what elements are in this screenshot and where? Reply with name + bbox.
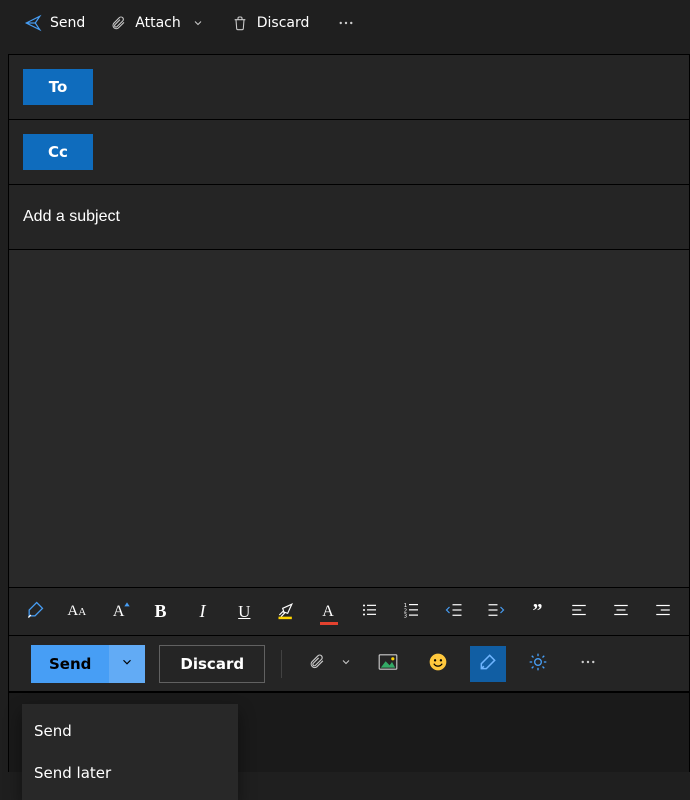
attach-toolbar-label: Attach: [135, 15, 180, 31]
more-icon: [579, 653, 597, 675]
highlight-button[interactable]: [266, 592, 306, 632]
align-right-button[interactable]: [643, 592, 683, 632]
align-center-button[interactable]: [601, 592, 641, 632]
align-right-icon: [654, 601, 672, 623]
font-size-button[interactable]: A: [99, 592, 139, 632]
send-icon: [24, 14, 42, 32]
editor-button[interactable]: [470, 646, 506, 682]
font-color-icon: A: [322, 603, 334, 621]
attach-caret-button[interactable]: [336, 646, 356, 682]
discard-toolbar-button[interactable]: Discard: [221, 8, 320, 38]
send-options-button[interactable]: [109, 645, 145, 683]
more-icon: [337, 14, 355, 32]
svg-text:3: 3: [404, 613, 407, 619]
format-painter-icon: [25, 600, 45, 624]
quote-icon: ”: [532, 600, 542, 623]
compose-frame: To Cc AA A B I: [8, 54, 690, 692]
subject-row: [9, 185, 689, 250]
message-body[interactable]: [9, 250, 689, 587]
underline-button[interactable]: U: [224, 592, 264, 632]
discard-toolbar-label: Discard: [257, 15, 310, 31]
to-label: To: [49, 78, 68, 96]
sun-icon: [528, 652, 548, 676]
send-menu-send-later[interactable]: Send later: [22, 752, 238, 794]
numbered-list-icon: 123: [403, 601, 421, 623]
cc-label: Cc: [48, 143, 68, 161]
action-bar: Send Discard: [9, 635, 689, 691]
bullet-list-icon: [361, 601, 379, 623]
numbered-list-button[interactable]: 123: [392, 592, 432, 632]
cc-button[interactable]: Cc: [23, 134, 93, 170]
send-menu-send-later-label: Send later: [34, 764, 111, 782]
align-left-button[interactable]: [559, 592, 599, 632]
more-toolbar-button[interactable]: [327, 8, 365, 38]
bold-button[interactable]: B: [141, 592, 181, 632]
indent-icon: [487, 601, 505, 623]
outdent-button[interactable]: [434, 592, 474, 632]
emoji-icon: [428, 652, 448, 676]
highlight-icon: [276, 600, 296, 624]
format-painter-button[interactable]: [15, 592, 55, 632]
align-left-icon: [570, 601, 588, 623]
indent-button[interactable]: [476, 592, 516, 632]
font-size-icon: A: [113, 603, 125, 621]
outdent-icon: [445, 601, 463, 623]
picture-icon: [378, 654, 398, 674]
cc-row[interactable]: Cc: [9, 120, 689, 185]
trash-icon: [231, 14, 249, 32]
send-toolbar-button[interactable]: Send: [14, 8, 95, 38]
more-action-button[interactable]: [570, 646, 606, 682]
font-color-button[interactable]: A: [308, 592, 348, 632]
font-icon: AA: [67, 603, 86, 620]
emoji-button[interactable]: [420, 646, 456, 682]
align-center-icon: [612, 601, 630, 623]
subject-input[interactable]: [23, 208, 675, 226]
quote-button[interactable]: ”: [518, 592, 558, 632]
paperclip-icon: [109, 14, 127, 32]
send-toolbar-label: Send: [50, 15, 85, 31]
discard-button-label: Discard: [180, 655, 244, 673]
send-split-button: Send: [31, 645, 145, 683]
top-toolbar: Send Attach Discard: [0, 0, 690, 46]
insert-picture-button[interactable]: [370, 646, 406, 682]
bold-icon: B: [155, 601, 167, 622]
send-menu-send[interactable]: Send: [22, 710, 238, 752]
chevron-down-icon: [340, 656, 352, 672]
italic-button[interactable]: I: [183, 592, 223, 632]
font-button[interactable]: AA: [57, 592, 97, 632]
italic-icon: I: [199, 601, 205, 622]
to-button[interactable]: To: [23, 69, 93, 105]
brightness-button[interactable]: [520, 646, 556, 682]
to-row[interactable]: To: [9, 55, 689, 120]
bullet-list-button[interactable]: [350, 592, 390, 632]
underline-icon: U: [238, 602, 250, 622]
chevron-down-icon: [120, 655, 134, 673]
divider: [281, 650, 282, 678]
attach-toolbar-button[interactable]: Attach: [99, 8, 216, 38]
send-menu-send-label: Send: [34, 722, 72, 740]
chevron-down-icon: [189, 14, 207, 32]
editor-icon: [478, 652, 498, 676]
send-button[interactable]: Send: [31, 645, 109, 683]
paperclip-icon: [308, 652, 325, 675]
send-button-label: Send: [49, 655, 91, 673]
attach-action-button[interactable]: [298, 646, 334, 682]
send-options-menu: Send Send later: [22, 704, 238, 800]
format-toolbar: AA A B I U A: [9, 587, 689, 635]
discard-button[interactable]: Discard: [159, 645, 265, 683]
